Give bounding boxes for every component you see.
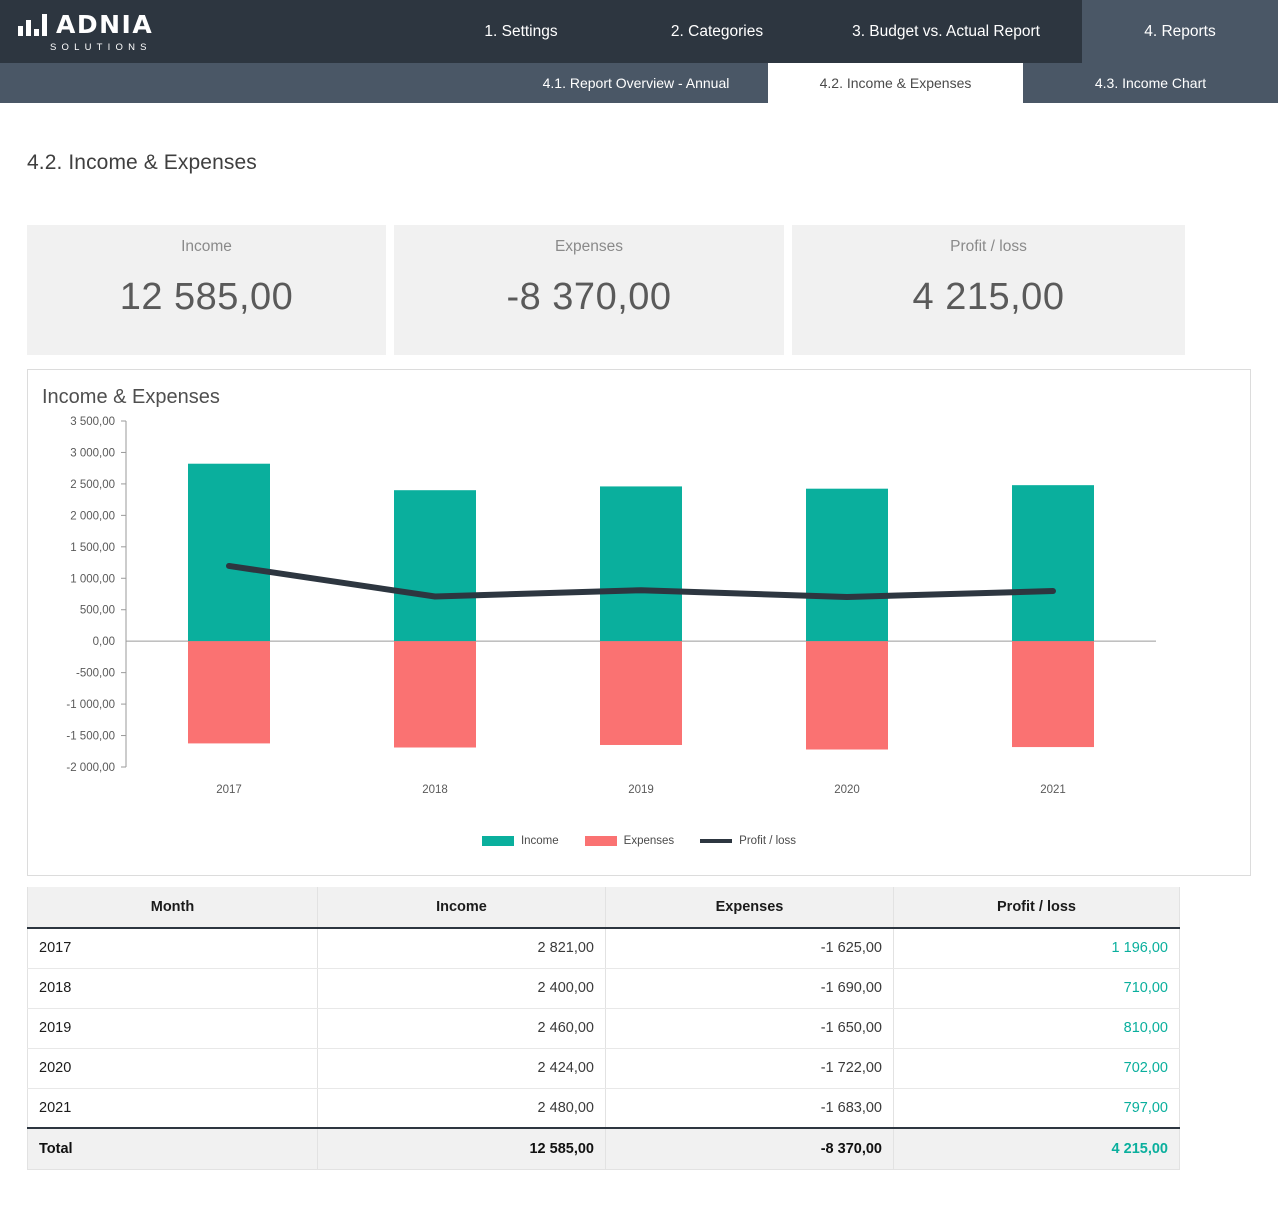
page-title: 4.2. Income & Expenses (27, 103, 1251, 175)
table-cell-month: 2017 (28, 928, 318, 968)
bar-income[interactable] (394, 490, 476, 641)
kpi-card-profit-loss: Profit / loss 4 215,00 (792, 225, 1185, 355)
table-header-row: Month Income Expenses Profit / loss (28, 887, 1180, 928)
bar-expenses[interactable] (600, 641, 682, 745)
kpi-label-income: Income (181, 238, 232, 256)
table-cell-profit-loss: 810,00 (894, 1008, 1180, 1048)
table-cell-month: 2021 (28, 1088, 318, 1128)
bar-income[interactable] (806, 489, 888, 641)
legend-line-profit-loss (700, 839, 732, 843)
kpi-card-expenses: Expenses -8 370,00 (394, 225, 784, 355)
top-nav-items: 1. Settings 2. Categories 3. Budget vs. … (170, 0, 1278, 63)
y-axis-tick-label: -1 500,00 (66, 731, 115, 743)
subtab-income-chart[interactable]: 4.3. Income Chart (1023, 63, 1278, 103)
y-axis-tick-label: 1 500,00 (70, 542, 115, 554)
total-profit-loss: 4 215,00 (894, 1128, 1180, 1169)
kpi-value-income: 12 585,00 (120, 276, 294, 319)
x-axis-tick-label: 2020 (834, 784, 860, 796)
tab-settings[interactable]: 1. Settings (418, 0, 624, 63)
subtab-report-overview-annual[interactable]: 4.1. Report Overview - Annual (504, 63, 768, 103)
kpi-card-income: Income 12 585,00 (27, 225, 386, 355)
table-cell-income: 2 821,00 (318, 928, 606, 968)
table-cell-income: 2 400,00 (318, 968, 606, 1008)
bar-income[interactable] (600, 486, 682, 641)
table-cell-profit-loss: 710,00 (894, 968, 1180, 1008)
y-axis-tick-label: 1 000,00 (70, 573, 115, 585)
column-header-profit-loss[interactable]: Profit / loss (894, 887, 1180, 928)
bar-logo-icon (18, 14, 47, 36)
bar-expenses[interactable] (394, 641, 476, 747)
table-row: 20212 480,00-1 683,00797,00 (28, 1088, 1180, 1128)
table-row: 20182 400,00-1 690,00710,00 (28, 968, 1180, 1008)
tab-categories[interactable]: 2. Categories (624, 0, 810, 63)
column-header-expenses[interactable]: Expenses (606, 887, 894, 928)
subtab-income-and-expenses[interactable]: 4.2. Income & Expenses (768, 63, 1023, 103)
chart-panel: Income & Expenses 3 500,00 3 000,00 2 500,… (27, 369, 1251, 876)
chart-title: Income & Expenses (28, 370, 1250, 409)
table-cell-income: 2 424,00 (318, 1048, 606, 1088)
table-cell-expenses: -1 650,00 (606, 1008, 894, 1048)
bar-income[interactable] (1012, 485, 1094, 641)
bar-expenses[interactable] (806, 641, 888, 749)
table-cell-profit-loss: 797,00 (894, 1088, 1180, 1128)
brand-tagline: SOLUTIONS (50, 42, 170, 53)
table-cell-expenses: -1 683,00 (606, 1088, 894, 1128)
y-axis-tick-label: 0,00 (93, 636, 115, 648)
total-label: Total (28, 1128, 318, 1169)
tab-reports[interactable]: 4. Reports (1082, 0, 1278, 63)
table-cell-expenses: -1 690,00 (606, 968, 894, 1008)
table-cell-month: 2020 (28, 1048, 318, 1088)
kpi-value-expenses: -8 370,00 (506, 276, 671, 319)
total-income: 12 585,00 (318, 1128, 606, 1169)
x-axis-tick-label: 2021 (1040, 784, 1066, 796)
bar-expenses[interactable] (188, 641, 270, 743)
table-cell-profit-loss: 702,00 (894, 1048, 1180, 1088)
bar-income[interactable] (188, 464, 270, 641)
table-cell-month: 2018 (28, 968, 318, 1008)
table-total-row: Total12 585,00-8 370,004 215,00 (28, 1128, 1180, 1169)
table-cell-expenses: -1 722,00 (606, 1048, 894, 1088)
tab-budget-vs-actual-report[interactable]: 3. Budget vs. Actual Report (810, 0, 1082, 63)
y-axis-tick-label: 2 000,00 (70, 510, 115, 522)
y-axis-tick-label: 3 000,00 (70, 447, 115, 459)
income-expenses-table: Month Income Expenses Profit / loss 2017… (27, 887, 1180, 1170)
brand-name: ADNIA (56, 14, 153, 36)
y-axis-tick-label: -1 000,00 (66, 699, 115, 711)
top-navigation-bar: ADNIA SOLUTIONS 1. Settings 2. Categorie… (0, 0, 1278, 63)
total-expenses: -8 370,00 (606, 1128, 894, 1169)
x-axis-tick-label: 2019 (628, 784, 654, 796)
table-body: 20172 821,00-1 625,001 196,0020182 400,0… (28, 928, 1180, 1169)
table-row: 20202 424,00-1 722,00702,00 (28, 1048, 1180, 1088)
brand-logo[interactable]: ADNIA SOLUTIONS (0, 0, 170, 63)
x-axis-tick-label: 2018 (422, 784, 448, 796)
table-row: 20172 821,00-1 625,001 196,00 (28, 928, 1180, 968)
x-axis-tick-label: 2017 (216, 784, 242, 796)
sub-navigation-bar: 4.1. Report Overview - Annual 4.2. Incom… (0, 63, 1278, 103)
table-cell-profit-loss: 1 196,00 (894, 928, 1180, 968)
table-cell-month: 2019 (28, 1008, 318, 1048)
y-axis-tick-label: 2 500,00 (70, 479, 115, 491)
chart-plot-area[interactable]: 3 500,00 3 000,00 2 500,00 2 000,00 1 500,00… (28, 409, 1250, 839)
bar-expenses[interactable] (1012, 641, 1094, 747)
page-body: 4.2. Income & Expenses Income 12 585,00 … (0, 103, 1278, 1170)
kpi-label-expenses: Expenses (555, 238, 623, 256)
column-header-income[interactable]: Income (318, 887, 606, 928)
kpi-label-profit-loss: Profit / loss (950, 238, 1027, 256)
y-axis-tick-label: -500,00 (76, 668, 115, 680)
table-cell-income: 2 460,00 (318, 1008, 606, 1048)
table-row: 20192 460,00-1 650,00810,00 (28, 1008, 1180, 1048)
kpi-value-profit-loss: 4 215,00 (913, 276, 1065, 319)
y-axis-tick-label: 3 500,00 (70, 416, 115, 428)
column-header-month[interactable]: Month (28, 887, 318, 928)
table-cell-income: 2 480,00 (318, 1088, 606, 1128)
y-axis-tick-label: -2 000,00 (66, 762, 115, 774)
income-expenses-combo-chart: 3 500,00 3 000,00 2 500,00 2 000,00 1 500,00… (28, 409, 1178, 829)
table-cell-expenses: -1 625,00 (606, 928, 894, 968)
y-axis-tick-label: 500,00 (80, 605, 115, 617)
kpi-card-row: Income 12 585,00 Expenses -8 370,00 Prof… (27, 225, 1251, 355)
